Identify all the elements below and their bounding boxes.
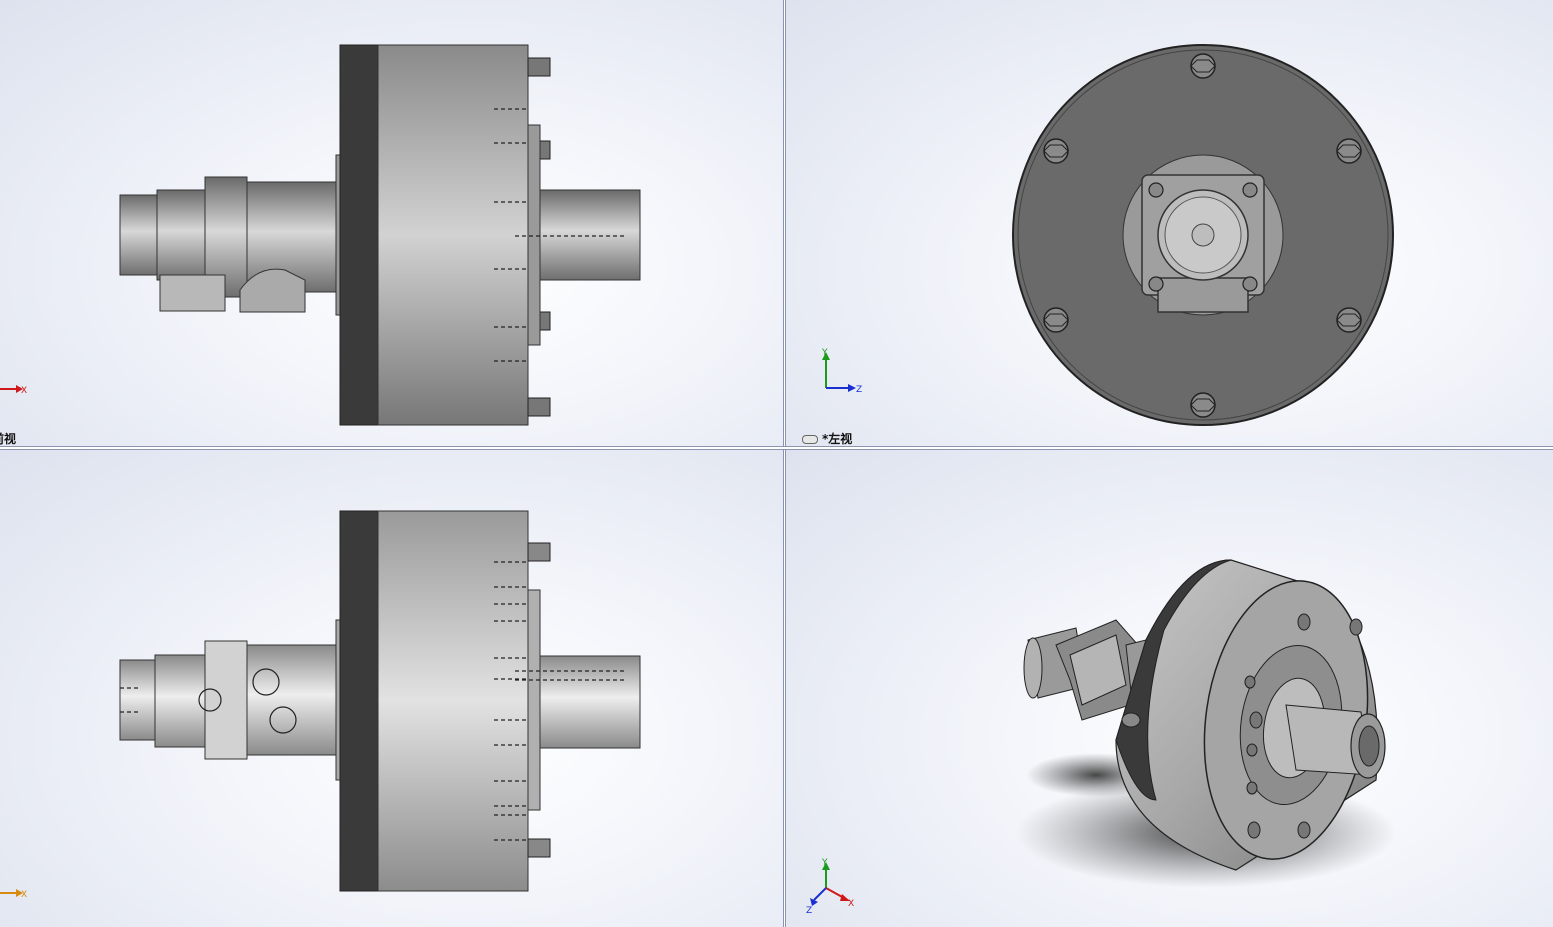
left-viewport[interactable]: Y Z *左视 bbox=[786, 0, 1553, 446]
top-axis-triad: X bbox=[0, 889, 27, 900]
top-view-model bbox=[119, 510, 641, 892]
left-axis-y-label: Y bbox=[821, 348, 828, 358]
top-axis-x-label: X bbox=[21, 890, 27, 900]
link-view-icon bbox=[802, 435, 818, 444]
iso-axis-z-label: Z bbox=[806, 906, 812, 916]
left-axis-triad: Y Z bbox=[821, 348, 862, 395]
iso-axis-x-label: X bbox=[848, 899, 854, 909]
iso-view-model bbox=[1016, 559, 1396, 888]
vertical-splitter[interactable] bbox=[783, 0, 786, 927]
iso-axis-y-label: Y bbox=[821, 858, 828, 868]
front-axis-triad: X bbox=[0, 385, 27, 396]
left-view-label[interactable]: *左视 bbox=[802, 430, 852, 446]
front-axis-x-label: X bbox=[21, 386, 27, 396]
front-viewport[interactable]: X 前视 bbox=[0, 0, 783, 446]
horizontal-splitter[interactable] bbox=[0, 446, 1553, 450]
front-view-model bbox=[119, 44, 641, 426]
left-axis-z-label: Z bbox=[856, 385, 862, 395]
iso-axis-triad: Y X Z bbox=[806, 858, 854, 916]
front-view-label[interactable]: 前视 bbox=[0, 430, 16, 446]
viewport-grid: X 前视 bbox=[0, 0, 1553, 927]
left-view-model bbox=[1012, 44, 1394, 426]
left-view-label-text: *左视 bbox=[822, 432, 853, 446]
iso-viewport[interactable]: Y X Z bbox=[786, 450, 1553, 927]
top-viewport[interactable]: X bbox=[0, 450, 783, 927]
